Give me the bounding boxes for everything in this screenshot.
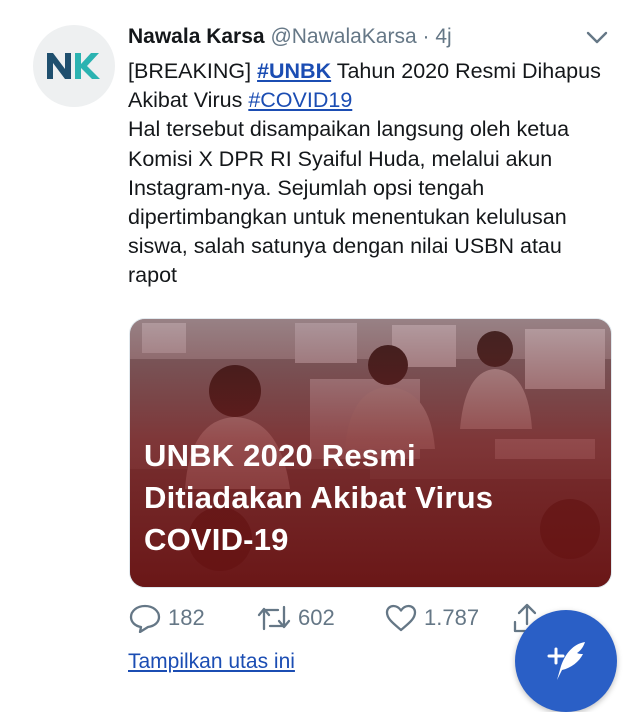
author-name[interactable]: Nawala Karsa [128,25,265,48]
hashtag-covid19[interactable]: #COVID19 [248,88,352,112]
nk-logo-icon [47,53,100,79]
like-count: 1.787 [424,605,480,630]
separator: · [422,25,430,48]
author-handle[interactable]: @NawalaKarsa [270,25,416,48]
headline-line-1: UNBK 2020 Resmi [144,438,416,473]
hashtag-unbk[interactable]: #UNBK [257,59,331,83]
tweet-actions: 182 602 1.787 [128,598,548,638]
chevron-down-icon[interactable] [585,26,609,50]
compose-tweet-icon [547,642,585,680]
heart-icon [385,604,417,632]
tweet-text: [BREAKING] #UNBK Tahun 2020 Resmi Dihapu… [128,57,608,291]
headline-line-3: COVID-19 [144,522,289,557]
retweet-count: 602 [298,605,335,630]
reply-icon [129,604,161,633]
compose-tweet-button[interactable] [515,610,617,712]
text-body: Hal tersebut disampaikan langsung oleh k… [128,117,570,288]
reply-button[interactable]: 182 [128,598,205,638]
headline-line-2: Ditiadakan Akibat Virus [144,480,494,515]
tweet-header: Nawala Karsa @NawalaKarsa · 4j [128,22,609,52]
show-thread-link[interactable]: Tampilkan utas ini [128,650,295,674]
reply-count: 182 [168,605,205,630]
tweet-media-image[interactable]: UNBK 2020 Resmi Ditiadakan Akibat Virus … [129,318,612,588]
avatar[interactable] [33,25,115,107]
retweet-button[interactable]: 602 [256,598,335,638]
like-button[interactable]: 1.787 [384,598,479,638]
retweet-icon [257,605,291,631]
media-headline: UNBK 2020 Resmi Ditiadakan Akibat Virus … [144,435,601,561]
text-prefix: [BREAKING] [128,59,258,83]
tweet-time[interactable]: 4j [435,25,451,48]
